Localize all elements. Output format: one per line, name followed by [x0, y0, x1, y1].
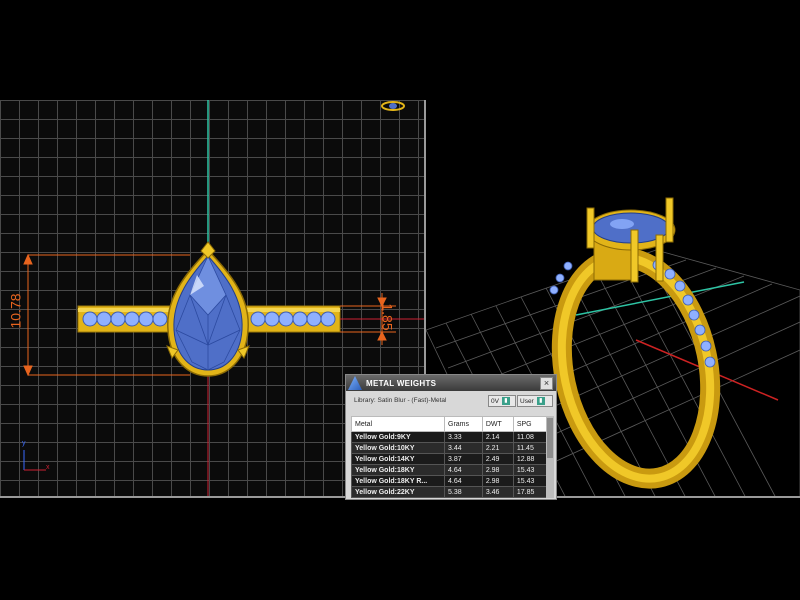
- table-row[interactable]: Yellow Gold:9KY 3.33 2.14 11.08: [351, 431, 548, 443]
- library-row: Library: Satin Blur - (Fast)-Metal 0V ▮ U…: [346, 391, 556, 409]
- axis-gizmo-icon: [23, 450, 46, 471]
- metal-weights-panel[interactable]: METAL WEIGHTS × Library: Satin Blur - (F…: [345, 374, 557, 500]
- band-width-dimension-label: 1.85: [379, 303, 396, 331]
- x-axis-label: x: [46, 464, 50, 471]
- panel-title-bar[interactable]: METAL WEIGHTS ×: [346, 375, 556, 391]
- column-header[interactable]: Metal: [351, 416, 445, 432]
- ring-preview-icon: [381, 101, 405, 111]
- column-header[interactable]: Grams: [444, 416, 483, 432]
- table-row[interactable]: Yellow Gold:22KY 5.38 3.46 17.85: [351, 486, 548, 498]
- table-row[interactable]: Yellow Gold:14KY 3.87 2.49 12.88: [351, 453, 548, 465]
- table-scrollbar[interactable]: [546, 416, 554, 498]
- toggle-icon[interactable]: ▮: [536, 397, 545, 405]
- toggle-icon[interactable]: ▮: [501, 397, 510, 405]
- table-row[interactable]: Yellow Gold:18KY 4.64 2.98 15.43: [351, 464, 548, 476]
- control-a[interactable]: 0V ▮: [488, 395, 516, 407]
- app-icon: [348, 376, 362, 390]
- table-row[interactable]: Yellow Gold:10KY 3.44 2.21 11.45: [351, 442, 548, 454]
- scrollbar-thumb[interactable]: [547, 418, 553, 458]
- column-header[interactable]: DWT: [481, 416, 514, 432]
- y-axis-label: y: [22, 440, 26, 447]
- close-icon[interactable]: ×: [540, 377, 553, 390]
- panel-title: METAL WEIGHTS: [366, 378, 437, 388]
- control-b[interactable]: User ▮: [517, 395, 553, 407]
- library-label: Library: Satin Blur - (Fast)-Metal: [354, 396, 447, 404]
- table-row[interactable]: Yellow Gold:18KY R... 4.64 2.98 15.43: [351, 475, 548, 487]
- column-header[interactable]: SPG: [512, 416, 548, 432]
- metal-weights-table: Metal Grams DWT SPG Yellow Gold:9KY 3.33…: [351, 416, 548, 498]
- height-dimension-label: 10.78: [7, 293, 24, 329]
